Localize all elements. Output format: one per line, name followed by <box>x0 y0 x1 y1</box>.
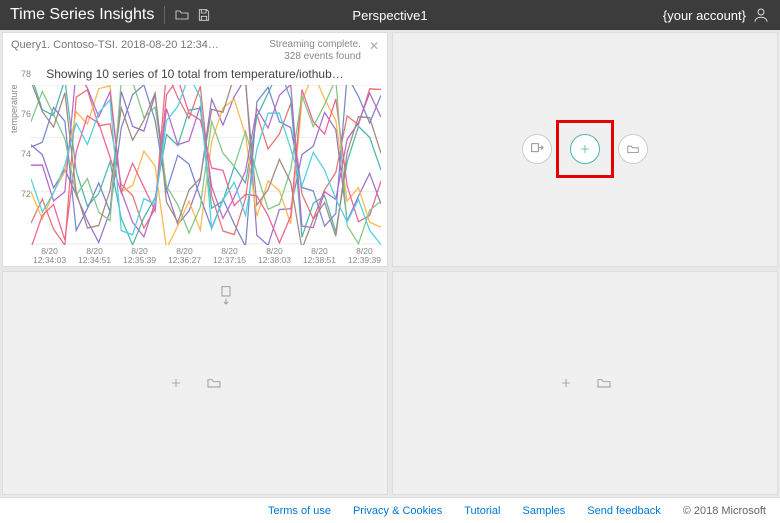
account-menu[interactable]: {your account} <box>663 6 770 24</box>
clone-down-button[interactable] <box>218 284 234 311</box>
open-folder-button[interactable] <box>204 373 224 393</box>
footer-copyright: © 2018 Microsoft <box>683 505 766 517</box>
footer-tutorial[interactable]: Tutorial <box>464 505 500 517</box>
clone-right-button[interactable] <box>522 134 552 164</box>
user-icon <box>752 6 770 24</box>
highlight-annotation <box>556 120 614 178</box>
chart-title: Showing 10 series of 10 total from tempe… <box>3 67 387 81</box>
add-button[interactable] <box>556 373 576 393</box>
open-folder-button[interactable] <box>618 134 648 164</box>
close-icon[interactable]: ✕ <box>369 39 379 53</box>
chart-area[interactable] <box>31 85 381 245</box>
footer: Terms of use Privacy & Cookies Tutorial … <box>0 497 780 523</box>
divider <box>164 6 165 24</box>
query-status: Streaming complete. 328 events found <box>269 39 361 63</box>
panel-1: Query1. Contoso-TSI. 2018-08-20 12:34 – … <box>2 32 388 267</box>
add-button[interactable] <box>166 373 186 393</box>
panel-3 <box>2 271 388 495</box>
footer-samples[interactable]: Samples <box>523 505 566 517</box>
open-icon[interactable] <box>171 4 193 26</box>
panel-2 <box>392 32 778 267</box>
footer-terms[interactable]: Terms of use <box>268 505 331 517</box>
top-bar: Time Series Insights Perspective1 {your … <box>0 0 780 30</box>
panel-4 <box>392 271 778 495</box>
perspective-name[interactable]: Perspective1 <box>352 8 427 23</box>
account-label: {your account} <box>663 8 746 23</box>
panel-3-actions <box>166 373 224 393</box>
panel-1-header: Query1. Contoso-TSI. 2018-08-20 12:34 – … <box>3 33 387 65</box>
query-title[interactable]: Query1. Contoso-TSI. 2018-08-20 12:34 – … <box>11 39 221 51</box>
panel-2-actions <box>522 134 648 164</box>
open-folder-button[interactable] <box>594 373 614 393</box>
y-ticks: 78 76 74 72 <box>17 69 31 199</box>
footer-privacy[interactable]: Privacy & Cookies <box>353 505 442 517</box>
x-ticks: 8/2012:34:038/2012:34:518/2012:35:398/20… <box>33 247 381 266</box>
panel-4-actions <box>556 373 614 393</box>
perspective-grid: Query1. Contoso-TSI. 2018-08-20 12:34 – … <box>0 30 780 497</box>
save-icon[interactable] <box>193 4 215 26</box>
app-title: Time Series Insights <box>10 6 154 24</box>
footer-feedback[interactable]: Send feedback <box>587 505 660 517</box>
